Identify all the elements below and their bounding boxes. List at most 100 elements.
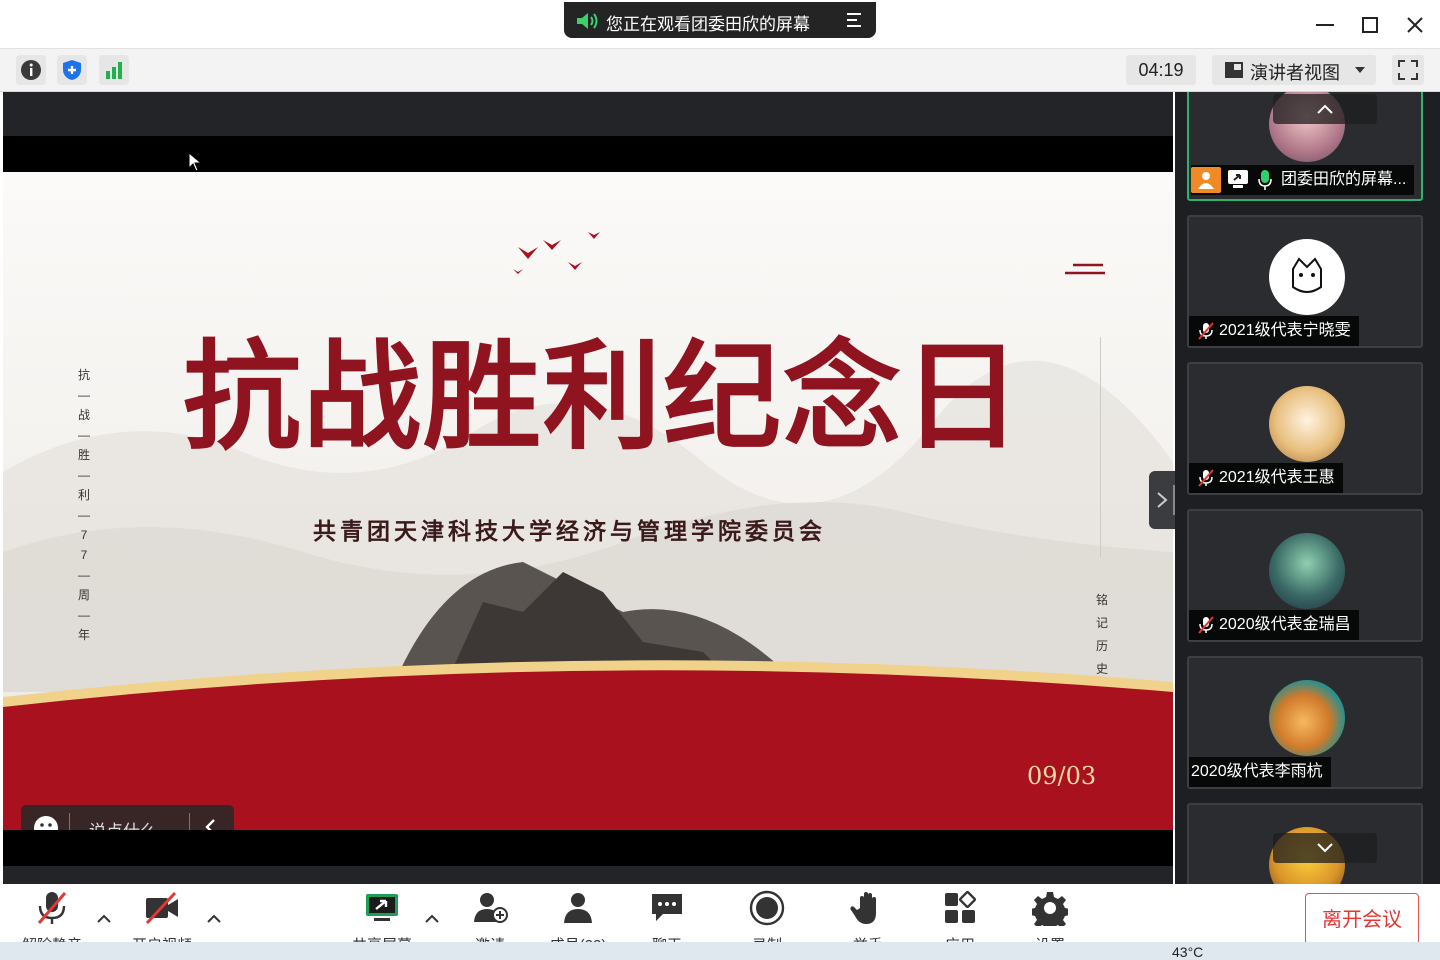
participant-name: 2021级代表王惠 [1219, 469, 1335, 486]
add-user-icon [474, 893, 508, 923]
participants-button[interactable]: 成员(22) [538, 890, 618, 954]
caret-up-icon[interactable] [96, 911, 112, 925]
mouse-cursor-icon [188, 152, 202, 172]
menu-icon[interactable] [844, 10, 864, 30]
vertical-caption-char: — [78, 388, 90, 402]
view-mode-dropdown[interactable]: 演讲者视图 [1212, 55, 1376, 85]
participant-name-tag: 2021级代表王惠 [1189, 463, 1343, 493]
start-video-button[interactable]: 开启视频 [122, 890, 202, 954]
vertical-caption-char: — [78, 428, 90, 442]
mic-muted-icon [37, 892, 67, 924]
vertical-caption-char: 年 [77, 628, 90, 642]
members-icon [564, 893, 592, 923]
panel-collapse-handle[interactable] [1149, 471, 1177, 529]
participant-tile[interactable] [1187, 803, 1423, 884]
close-icon[interactable] [1400, 10, 1430, 40]
chat-button[interactable]: 聊天 [627, 890, 707, 954]
person-icon [1198, 172, 1214, 189]
chat-quick-input[interactable]: 说点什么... [21, 805, 234, 830]
vertical-caption-char: 周 [77, 588, 90, 602]
video-off-icon [145, 891, 178, 925]
record-icon [749, 890, 785, 926]
participant-tile[interactable]: 2021级代表宁晓雯 [1187, 215, 1423, 348]
vertical-caption-char: 利 [77, 488, 90, 502]
leave-meeting-button[interactable]: 离开会议 [1305, 893, 1419, 945]
sharing-banner[interactable]: 您正在观看团委田欣的屏幕 [564, 2, 876, 38]
caret-up-icon[interactable] [424, 911, 440, 925]
mic-muted-icon [1198, 469, 1214, 487]
scroll-up-button[interactable] [1273, 94, 1377, 124]
decorative-vertical-line [1100, 337, 1101, 557]
vertical-caption-char: — [78, 568, 90, 582]
settings-button[interactable]: 设置 [1010, 890, 1090, 954]
participant-name: 团委田欣的屏幕... [1281, 171, 1407, 188]
chat-icon [652, 894, 682, 921]
chevron-up-icon [1317, 104, 1333, 114]
avatar [1269, 239, 1345, 315]
meeting-info-bar: 04:19 演讲者视图 [0, 48, 1440, 92]
fullscreen-button[interactable] [1392, 55, 1424, 85]
participant-name-tag: 2021级代表宁晓雯 [1189, 316, 1359, 346]
participant-name: 2020级代表金瑞昌 [1219, 616, 1351, 633]
vertical-caption-char: 胜 [77, 448, 90, 462]
vertical-caption-char: — [78, 508, 90, 522]
vertical-caption-char: 抗 [77, 368, 90, 382]
apps-icon [945, 890, 977, 923]
participants-panel: 团委田欣的屏幕... 2021级代表宁晓雯 2021级代表王惠 2020级代表金… [1175, 92, 1440, 884]
caret-down-icon [1355, 67, 1365, 73]
participant-name-tag: 2020级代表李雨杭 [1189, 757, 1331, 787]
unmute-button[interactable]: 解除静音 [12, 890, 92, 954]
decorative-lines [1065, 263, 1105, 275]
scroll-down-button[interactable] [1273, 833, 1377, 863]
share-screen-button[interactable]: 共享屏幕 [342, 890, 422, 954]
mic-muted-icon [1198, 616, 1214, 634]
divider [189, 813, 190, 830]
participant-name-tag: 2020级代表金瑞昌 [1189, 610, 1359, 640]
participant-tile[interactable]: 2021级代表王惠 [1187, 362, 1423, 495]
vertical-caption-left: 抗 — 战 — 胜 — 利 — 7 7 — 周 — 年 [77, 365, 91, 645]
record-button[interactable]: 录制 [727, 890, 807, 954]
avatar [1269, 386, 1345, 462]
divider [69, 813, 70, 830]
caret-up-icon[interactable] [206, 911, 222, 925]
participant-tile[interactable]: 2020级代表李雨杭 [1187, 656, 1423, 789]
meeting-timer: 04:19 [1126, 55, 1196, 85]
vertical-caption-char: 史 [1095, 662, 1108, 676]
vertical-caption-char: 7 [80, 548, 88, 562]
security-shield-icon[interactable] [57, 55, 87, 85]
raise-hand-button[interactable]: 举手 [828, 890, 908, 954]
vertical-caption-right: 铭记历史 [1095, 589, 1109, 681]
letterbox-bottom [3, 830, 1173, 866]
chevron-down-icon [1317, 843, 1333, 853]
vertical-caption-char: 记 [1095, 616, 1108, 630]
slide-title: 抗战胜利纪念日 [183, 327, 1024, 466]
vertical-caption-char: 历 [1095, 639, 1108, 653]
share-screen-icon [366, 894, 398, 921]
fullscreen-icon [1398, 60, 1418, 80]
vertical-caption-char: 铭 [1095, 593, 1108, 607]
layout-icon [1225, 62, 1243, 78]
participant-tile[interactable]: 2020级代表金瑞昌 [1187, 509, 1423, 642]
maximize-icon[interactable] [1355, 10, 1385, 40]
apps-button[interactable]: 应用 [920, 890, 1000, 954]
host-badge [1191, 167, 1221, 193]
network-signal-icon[interactable] [99, 55, 129, 85]
dog-doodle-icon [1292, 257, 1322, 293]
slide-date: 09/03 [1027, 762, 1097, 790]
chevron-right-icon [1157, 492, 1168, 508]
minimize-icon[interactable] [1310, 10, 1340, 40]
participant-name: 2021级代表宁晓雯 [1219, 322, 1351, 339]
chat-placeholder[interactable]: 说点什么... [89, 817, 171, 830]
emoji-icon[interactable] [33, 815, 59, 830]
invite-button[interactable]: 邀请 [450, 890, 530, 954]
chevron-left-icon[interactable] [201, 817, 221, 830]
participant-tile[interactable]: 团委田欣的屏幕... [1187, 92, 1423, 201]
microphone-icon [1258, 170, 1272, 190]
shared-screen: 抗战胜利纪念日 共青团天津科技大学经济与管理学院委员会 抗 — 战 — 胜 — 利 — 7 7 — 周… [3, 92, 1177, 884]
gear-icon [1032, 892, 1068, 926]
mic-muted-icon [1198, 322, 1214, 340]
speaker-icon [577, 13, 598, 29]
title-bar: 您正在观看团委田欣的屏幕 [0, 0, 1440, 48]
info-icon[interactable] [16, 55, 46, 85]
presentation-slide: 抗战胜利纪念日 共青团天津科技大学经济与管理学院委员会 抗 — 战 — 胜 — 利 — 7 7 — 周… [3, 172, 1173, 830]
